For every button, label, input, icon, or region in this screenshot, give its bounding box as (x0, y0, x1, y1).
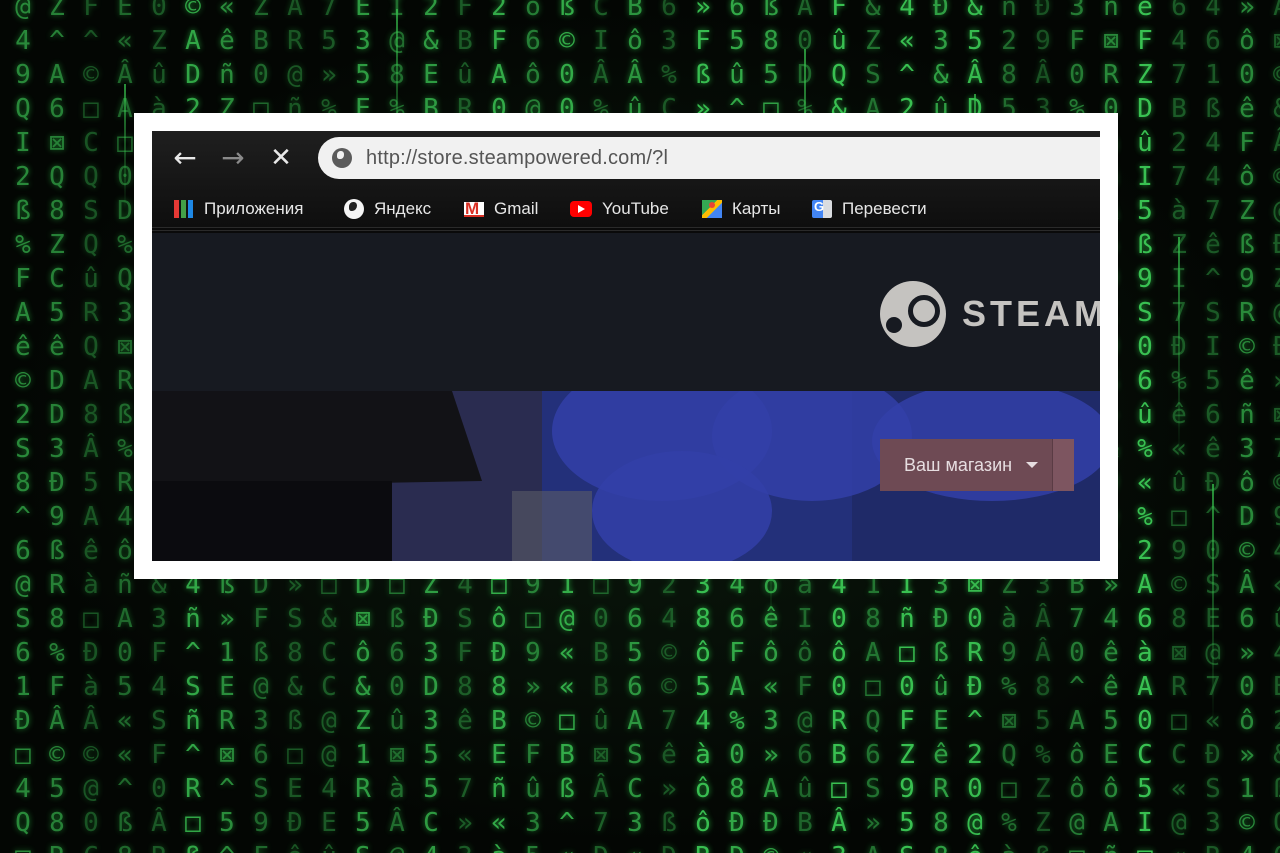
matrix-glyph-column: ê F Z D û I 5 ß 9 S 0 6 û % « % 2 A 6 à … (1137, 0, 1153, 853)
back-button[interactable]: ← (170, 143, 200, 173)
matrix-glyph-column: @ 4 9 Q I 2 ß % F A ê © 2 S 8 ^ 6 @ S 6 … (15, 0, 31, 853)
matrix-glyph-column: A ⊠ © & Â © @ Ð Z @ Ð » ⊠ 7 © 9 4 « û 4 … (1266, 0, 1280, 853)
browser-chrome: ← → ✕ http://store.steampowered.com/?l П… (152, 131, 1100, 233)
bookmark-yandex[interactable]: Яндекс (344, 197, 431, 221)
your-store-label: Ваш магазин (904, 454, 1013, 475)
globe-icon (332, 148, 352, 168)
yandex-globe-icon (344, 199, 364, 219)
bookmark-apps[interactable]: Приложения (174, 197, 303, 221)
bookmark-translate[interactable]: Перевести (812, 197, 927, 221)
hero-building (512, 491, 592, 561)
youtube-icon (570, 201, 592, 217)
steam-wordmark: STEAM (962, 293, 1100, 334)
gmail-icon (464, 199, 484, 219)
hero-roof-silhouette (152, 391, 482, 487)
stop-button[interactable]: ✕ (266, 143, 296, 173)
forward-button[interactable]: → (218, 143, 248, 173)
matrix-glyph-column: Z ^ A 6 ⊠ Q 8 Z C 5 ê D D 3 Ð 9 ß R 8 % … (49, 0, 65, 853)
matrix-streak (1212, 484, 1214, 727)
hero-wall-silhouette (152, 481, 392, 561)
matrix-glyph-column: F ^ © □ C Q S Q û R Q A 8 Â 5 A ê à □ Ð … (83, 0, 99, 853)
hero-tree (592, 451, 772, 561)
url-text[interactable]: http://store.steampowered.com/?l (366, 147, 668, 170)
bookmark-label: Карты (732, 199, 781, 218)
bookmark-maps[interactable]: Карты (702, 197, 780, 221)
hero-banner: Ваш магазин (152, 391, 1100, 561)
your-store-menu[interactable]: Ваш магазин (880, 439, 1074, 491)
bookmarks-bar: Приложения Яндекс Gmail YouTube Карты (152, 187, 1100, 231)
address-bar[interactable]: http://store.steampowered.com/?l (318, 137, 1100, 179)
caret-down-icon (1026, 462, 1039, 468)
matrix-glyph-column: » ô 0 ê F ô Z ß 9 R © ê ñ 3 ô D © Â 6 » … (1239, 0, 1255, 853)
steam-header: STEAM (152, 233, 1100, 391)
screenshot-card: ← → ✕ http://store.steampowered.com/?l П… (134, 113, 1118, 579)
translate-icon (812, 199, 832, 218)
bookmark-label: Яндекс (374, 199, 432, 218)
bookmark-youtube[interactable]: YouTube (570, 197, 669, 221)
bookmark-gmail[interactable]: Gmail (464, 197, 538, 221)
browser-screen: ← → ✕ http://store.steampowered.com/?l П… (152, 131, 1100, 561)
matrix-streak (124, 84, 126, 211)
bookmark-label: Приложения (204, 199, 304, 218)
steam-logo[interactable]: STEAM (880, 281, 1100, 347)
matrix-streak (1178, 237, 1180, 459)
apps-grid-icon (174, 200, 194, 218)
bookmark-label: Перевести (842, 199, 927, 218)
bookmark-label: Gmail (494, 199, 539, 218)
bookmark-label: YouTube (602, 199, 669, 218)
maps-icon (702, 200, 722, 218)
steam-logo-icon (880, 281, 946, 347)
menu-divider (1052, 439, 1074, 491)
